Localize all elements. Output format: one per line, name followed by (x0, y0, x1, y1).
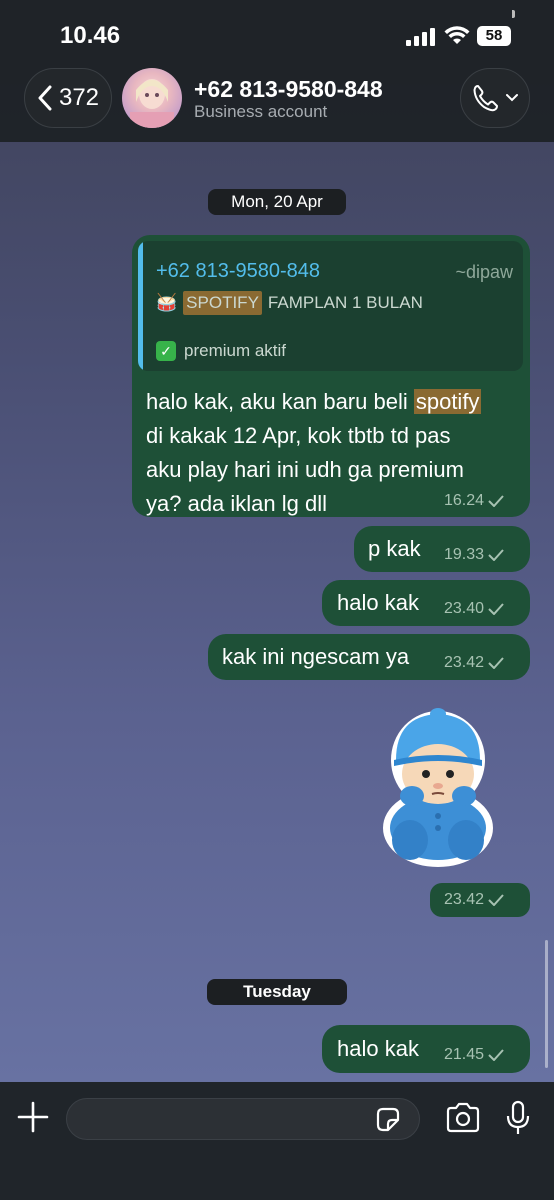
message-time: 19.33 (444, 546, 485, 563)
quoted-line-1-rest: FAMPLAN 1 BULAN (267, 293, 423, 312)
message-bubble[interactable]: p kak 19.33 (354, 526, 530, 572)
status-time: 10.46 (60, 22, 121, 49)
date-chip: Mon, 20 Apr (208, 189, 346, 215)
quoted-line-2: ✓ premium aktif (156, 341, 286, 361)
message-line-1-text: halo kak, aku kan baru beli (146, 389, 414, 414)
camera-icon[interactable] (444, 1102, 482, 1134)
sticker-icon[interactable] (374, 1106, 402, 1134)
date-chip: Tuesday (207, 979, 347, 1005)
contact-subtitle: Business account (194, 102, 328, 121)
message-line-4: ya? ada iklan lg dll (146, 491, 328, 516)
check-mark-icon: ✓ (156, 341, 176, 361)
avatar-image (130, 79, 174, 128)
quote-accent-bar (138, 241, 143, 371)
back-button[interactable]: 372 (24, 68, 112, 128)
cellular-signal-icon (406, 28, 435, 46)
sent-check-icon (488, 657, 504, 669)
sent-check-icon (488, 549, 504, 561)
message-time: 23.40 (444, 600, 485, 617)
message-text: halo kak (337, 1036, 419, 1061)
message-bubble[interactable]: halo kak 23.40 (322, 580, 530, 626)
message-bubble-reply[interactable]: +62 813-9580-848 ~dipaw 🥁 SPOTIFY FAMPLA… (132, 235, 530, 517)
message-bubble[interactable]: kak ini ngescam ya 23.42 (208, 634, 530, 680)
message-line-3: aku play hari ini udh ga premium (146, 457, 464, 482)
message-line-2: di kakak 12 Apr, kok tbtb td pas (146, 423, 451, 448)
message-time: 23.42 (444, 891, 485, 908)
sent-check-icon (488, 603, 504, 615)
quoted-author: +62 813-9580-848 (156, 260, 321, 282)
quoted-handle: ~dipaw (455, 262, 513, 282)
message-text: halo kak, aku kan baru beli spotify di k… (146, 385, 482, 521)
status-bar: 10.46 58 (0, 22, 554, 52)
message-highlight: spotify (413, 389, 482, 414)
scrollbar[interactable] (545, 940, 548, 1068)
message-meta: 23.40 (444, 600, 504, 618)
quoted-message[interactable]: +62 813-9580-848 ~dipaw 🥁 SPOTIFY FAMPLA… (138, 241, 523, 371)
call-button[interactable] (460, 68, 530, 128)
pocoyo-sticker[interactable] (382, 700, 494, 868)
message-meta: 16.24 (444, 492, 504, 510)
chevron-down-icon (506, 94, 518, 102)
sent-check-icon (488, 894, 504, 906)
quoted-line-2-text: premium aktif (184, 341, 287, 360)
battery-indicator: 58 (477, 26, 511, 46)
message-meta: 23.42 (444, 891, 504, 909)
message-meta: 21.45 (444, 1046, 504, 1064)
sent-check-icon (488, 1049, 504, 1061)
message-text: p kak (368, 536, 421, 561)
quoted-highlight: SPOTIFY (183, 291, 262, 315)
unread-count: 372 (58, 84, 100, 111)
microphone-icon[interactable] (504, 1100, 532, 1136)
message-meta: 23.42 (444, 654, 504, 672)
message-time: 16.24 (444, 492, 485, 509)
message-line-1: halo kak, aku kan baru beli spotify (146, 385, 482, 419)
plus-icon[interactable] (16, 1100, 50, 1134)
contact-avatar[interactable] (122, 68, 182, 128)
message-time: 21.45 (444, 1046, 485, 1063)
message-input[interactable] (66, 1098, 420, 1140)
message-meta: 19.33 (444, 546, 504, 564)
contact-name[interactable]: +62 813-9580-848 (194, 76, 383, 103)
sent-check-icon (488, 495, 504, 507)
quoted-line-1: 🥁 SPOTIFY FAMPLAN 1 BULAN (156, 291, 423, 315)
drum-emoji-icon: 🥁 (156, 293, 178, 312)
battery-cap (512, 10, 515, 18)
message-text: kak ini ngescam ya (222, 644, 410, 669)
chevron-left-icon (38, 85, 52, 111)
phone-icon (473, 85, 498, 112)
message-time: 23.42 (444, 654, 485, 671)
sticker-meta-bubble: 23.42 (430, 883, 530, 917)
message-bubble[interactable]: halo kak 21.45 (322, 1025, 530, 1073)
wifi-icon (444, 26, 470, 44)
message-text: halo kak (337, 590, 419, 615)
